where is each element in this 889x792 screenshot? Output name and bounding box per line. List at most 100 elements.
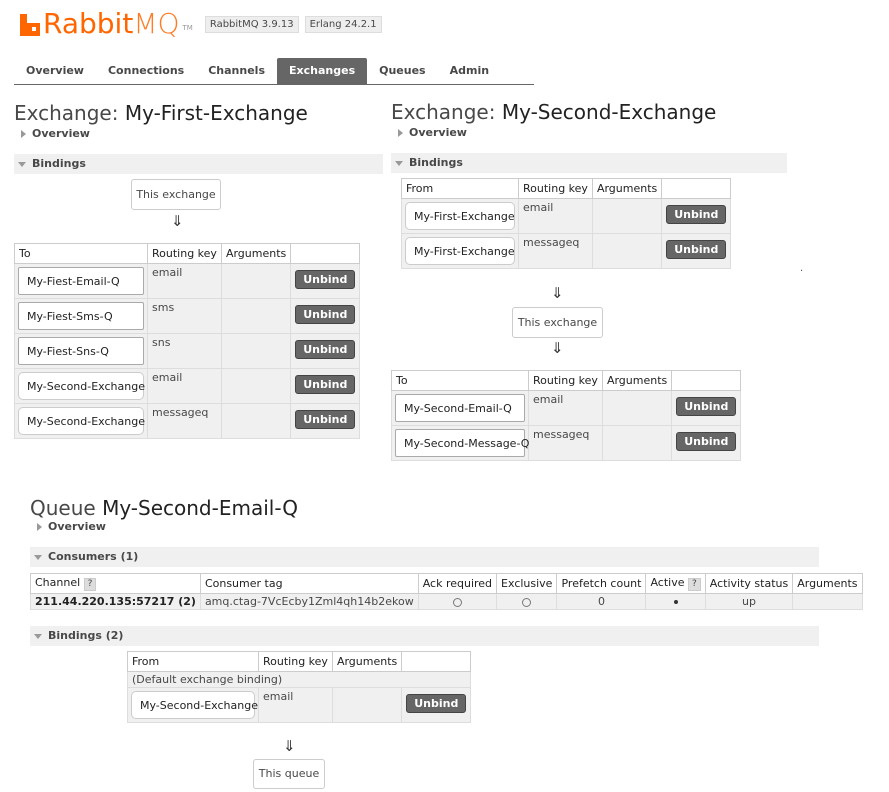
stray-dot: . <box>800 263 804 274</box>
binding-destination-link[interactable]: My-Second-Exchange <box>18 407 145 435</box>
col-arguments: Arguments <box>220 243 292 264</box>
unbind-button[interactable]: Unbind <box>676 397 737 416</box>
collapse-arrow-icon <box>34 554 42 560</box>
unbind-button[interactable]: Unbind <box>406 694 467 713</box>
exchange2-title: Exchange: My-Second-Exchange <box>391 100 716 124</box>
unbind-button[interactable]: Unbind <box>666 205 727 224</box>
unbind-button[interactable]: Unbind <box>295 270 356 289</box>
routing-key: email <box>528 390 603 426</box>
activity-status: up <box>704 593 794 610</box>
exchange1-title-prefix: Exchange: <box>14 101 119 125</box>
expand-arrow-icon <box>37 523 42 531</box>
arguments-cell <box>220 403 292 439</box>
exchange2-title-name: My-Second-Exchange <box>501 100 717 124</box>
col-arguments: Arguments <box>331 651 403 672</box>
table-row: My-Second-Message-Q messageq Unbind <box>391 425 742 461</box>
binding-destination-link[interactable]: My-Fiest-Sns-Q <box>18 337 144 365</box>
col-prefetch-count: Prefetch count <box>556 573 647 594</box>
down-arrow-icon: ⇓ <box>551 339 564 357</box>
col-actions <box>401 651 472 672</box>
tab-connections[interactable]: Connections <box>96 58 196 84</box>
routing-key: email <box>258 687 333 723</box>
routing-key: messageq <box>518 233 593 269</box>
col-consumer-tag: Consumer tag <box>199 573 419 594</box>
binding-destination-link[interactable]: My-Fiest-Email-Q <box>18 267 144 295</box>
tab-queues[interactable]: Queues <box>367 58 437 84</box>
tab-overview[interactable]: Overview <box>14 58 96 84</box>
arguments-cell <box>220 298 292 334</box>
col-routing-key: Routing key <box>528 370 603 391</box>
exchange2-overview-toggle[interactable]: Overview <box>398 126 467 139</box>
exchange1-overview-toggle[interactable]: Overview <box>21 127 90 140</box>
queue-bindings-table: From Routing key Arguments (Default exch… <box>126 651 472 723</box>
tab-admin[interactable]: Admin <box>438 58 501 84</box>
queue-consumers-label: Consumers (1) <box>48 550 139 563</box>
table-row: My-Fiest-Email-Q email Unbind <box>14 263 361 299</box>
col-actions <box>661 178 732 199</box>
exchange1-title-name: My-First-Exchange <box>124 101 308 125</box>
active-cell <box>645 593 706 610</box>
unbind-button[interactable]: Unbind <box>295 410 356 429</box>
routing-key: email <box>147 263 222 299</box>
col-from: From <box>401 178 519 199</box>
trademark: TM <box>182 24 193 32</box>
prefetch-count: 0 <box>556 593 647 610</box>
col-routing-key: Routing key <box>147 243 222 264</box>
unbind-button[interactable]: Unbind <box>676 432 737 451</box>
binding-destination-link[interactable]: My-Second-Email-Q <box>395 394 525 422</box>
col-from: From <box>127 651 259 672</box>
table-row: My-Second-Email-Q email Unbind <box>391 390 742 426</box>
arguments-cell <box>591 198 663 234</box>
exchange2-bindings-header[interactable]: Bindings <box>391 153 787 173</box>
queue-bindings-header[interactable]: Bindings (2) <box>30 626 819 646</box>
table-row: My-Second-Exchange messageq Unbind <box>14 403 361 439</box>
unbind-button[interactable]: Unbind <box>295 340 356 359</box>
queue-title-prefix: Queue <box>30 496 96 520</box>
binding-destination-link[interactable]: My-Second-Exchange <box>18 372 145 400</box>
col-active: Active ? <box>645 573 706 594</box>
col-to: To <box>14 243 148 264</box>
binding-destination-link[interactable]: My-Second-Message-Q <box>395 429 529 457</box>
col-arguments: Arguments <box>792 573 863 594</box>
exclusive-cell <box>496 593 558 610</box>
routing-key: messageq <box>528 425 603 461</box>
table-row: (Default exchange binding) <box>126 671 472 688</box>
exchange1-bindings-table: To Routing key Arguments My-Fiest-Email-… <box>14 243 361 439</box>
consumer-tag: amq.ctag-7VcEcby1Zml4qh14b2ekow <box>199 593 419 610</box>
binding-destination-link[interactable]: My-Fiest-Sms-Q <box>18 302 144 330</box>
exchange1-overview-label: Overview <box>32 127 90 140</box>
exchange1-title: Exchange: My-First-Exchange <box>14 101 308 125</box>
col-activity-status: Activity status <box>704 573 794 594</box>
expand-arrow-icon <box>398 129 403 137</box>
rabbitmq-version: RabbitMQ 3.9.13 <box>204 16 299 33</box>
routing-key: sms <box>147 298 222 334</box>
tab-exchanges[interactable]: Exchanges <box>277 58 368 84</box>
table-row: My-Second-Exchange email Unbind <box>14 368 361 404</box>
empty-circle-icon <box>522 597 532 607</box>
routing-key: email <box>147 368 222 404</box>
binding-source-link[interactable]: My-First-Exchange <box>405 202 515 230</box>
tab-channels[interactable]: Channels <box>196 58 277 84</box>
down-arrow-icon: ⇓ <box>551 284 564 302</box>
exchange1-bindings-header[interactable]: Bindings <box>14 154 383 174</box>
col-actions <box>671 370 742 391</box>
queue-overview-label: Overview <box>48 520 106 533</box>
help-icon[interactable]: ? <box>83 578 97 591</box>
routing-key: messageq <box>147 403 222 439</box>
col-channel-label: Channel <box>35 576 81 589</box>
col-routing-key: Routing key <box>518 178 593 199</box>
binding-source-link[interactable]: My-First-Exchange <box>405 237 515 265</box>
down-arrow-icon: ⇓ <box>283 737 296 755</box>
unbind-button[interactable]: Unbind <box>295 305 356 324</box>
unbind-button[interactable]: Unbind <box>666 240 727 259</box>
queue-consumers-header[interactable]: Consumers (1) <box>30 547 819 567</box>
queue-overview-toggle[interactable]: Overview <box>37 520 106 533</box>
collapse-arrow-icon <box>34 633 42 639</box>
table-row: My-First-Exchange email Unbind <box>401 198 732 234</box>
exchange1-this-exchange: This exchange <box>131 179 221 210</box>
unbind-button[interactable]: Unbind <box>295 375 356 394</box>
channel-link[interactable]: 211.44.220.135:57217 (2) <box>30 593 201 610</box>
empty-circle-icon <box>452 597 462 607</box>
help-icon[interactable]: ? <box>688 578 701 591</box>
binding-source-link[interactable]: My-Second-Exchange <box>131 691 258 719</box>
